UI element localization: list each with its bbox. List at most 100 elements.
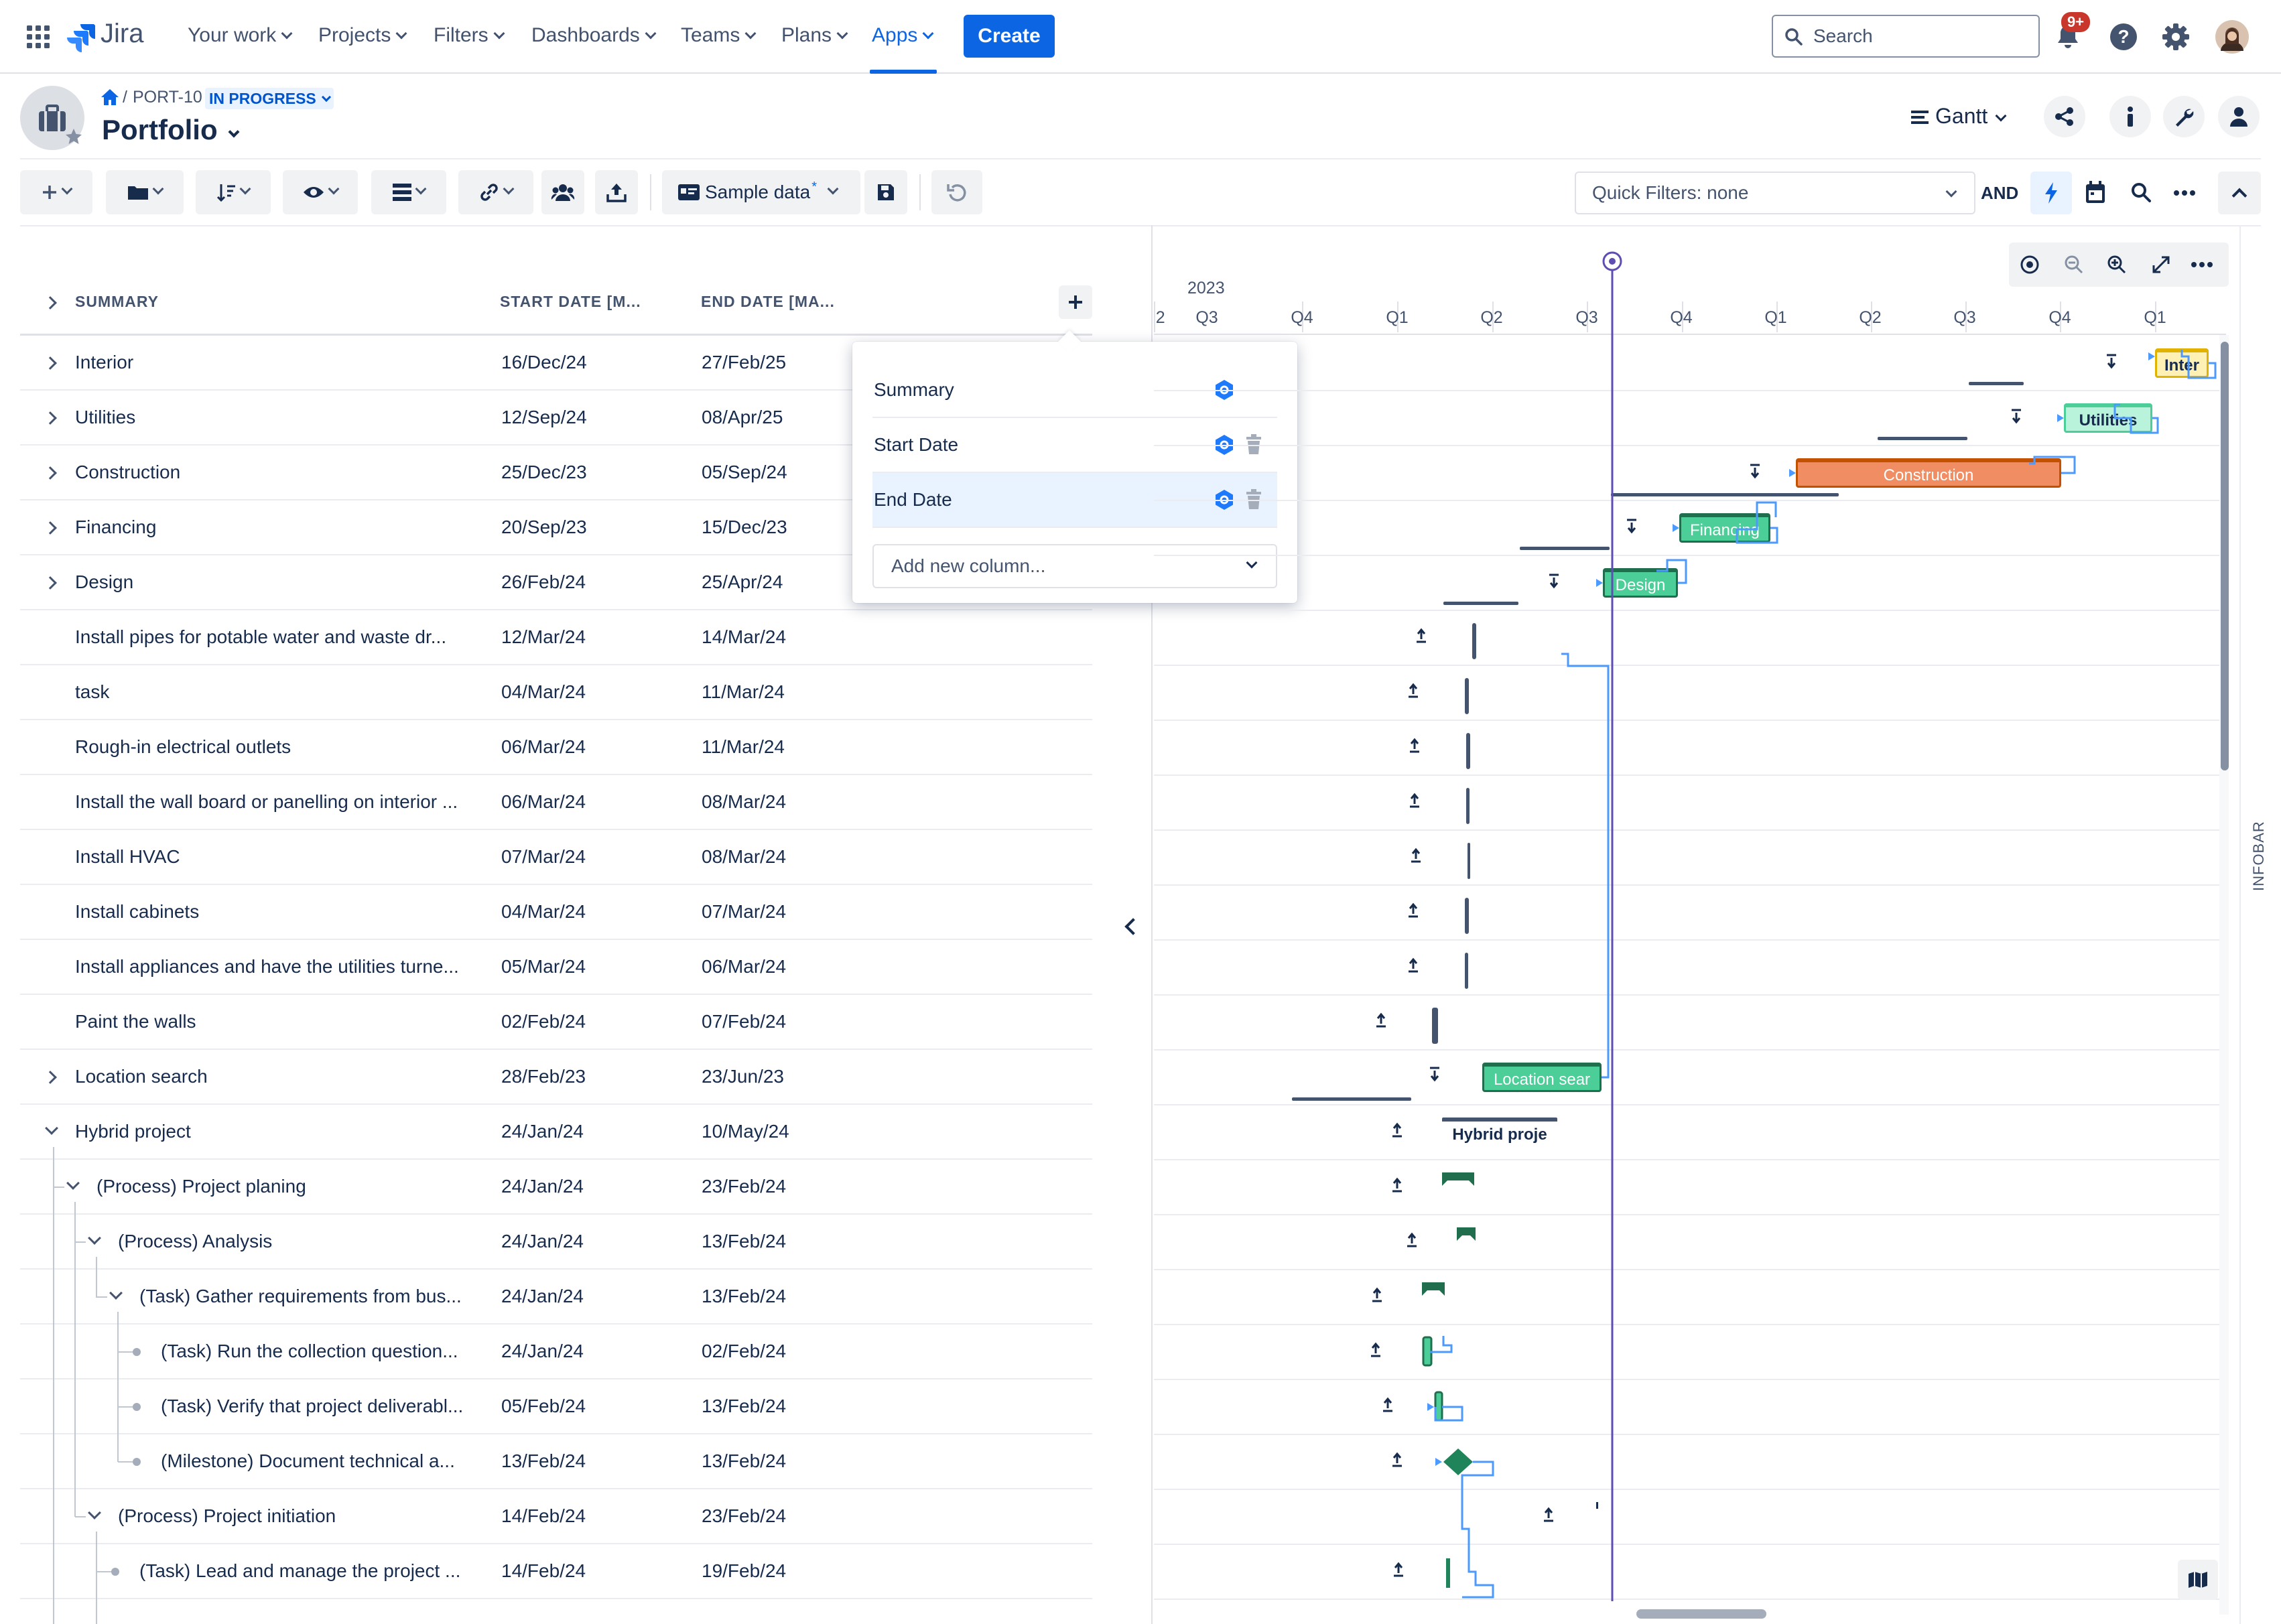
row-start-date: 24/Jan/24 [501, 1231, 584, 1251]
nav-filters[interactable]: Filters [434, 24, 505, 47]
row-start-date: 24/Jan/24 [501, 1121, 584, 1142]
row-end-date: 05/Sep/24 [702, 462, 787, 482]
nav-dashboards[interactable]: Dashboards [531, 24, 657, 47]
info-button[interactable] [2109, 96, 2151, 137]
more-icon[interactable] [2174, 190, 2195, 196]
row-start-date: 28/Feb/23 [501, 1066, 586, 1087]
share-icon [2055, 107, 2073, 126]
horizontal-scrollbar-thumb[interactable] [1636, 1609, 1766, 1619]
wrench-icon [2176, 109, 2194, 127]
svg-text:?: ? [2117, 26, 2129, 47]
row-end-date: 23/Feb/24 [702, 1505, 787, 1526]
column-header-end-date[interactable]: END DATE [MA... [701, 293, 835, 311]
nav-teams[interactable]: Teams [681, 24, 757, 47]
row-end-date: 07/Feb/24 [702, 1011, 787, 1032]
process-bar[interactable] [1457, 1227, 1476, 1241]
infobar-toggle[interactable]: INFOBAR [2250, 821, 2268, 891]
vertical-scrollbar-thumb[interactable] [2221, 342, 2229, 770]
sort-button[interactable] [196, 170, 271, 214]
toolbar-divider [650, 174, 651, 210]
tools-button[interactable] [2163, 96, 2205, 137]
link-button[interactable] [458, 170, 533, 214]
search-icon [1785, 28, 1803, 46]
row-start-date: 04/Mar/24 [501, 681, 586, 702]
view-switcher[interactable]: Gantt [1911, 104, 2007, 129]
export-button[interactable] [595, 170, 638, 214]
row-start-date: 16/Dec/24 [501, 352, 587, 373]
team-icon [551, 184, 575, 201]
search-input[interactable]: Search [1772, 15, 2040, 58]
people-button[interactable] [2218, 96, 2260, 137]
lightning-icon [2045, 182, 2057, 204]
process-bar[interactable] [1442, 1172, 1474, 1186]
filter-logic-toggle[interactable]: AND [1981, 183, 2018, 204]
top-navigation: Jira Your work Projects Filters Dashboar… [0, 0, 2281, 74]
plus-icon [1069, 295, 1082, 309]
nav-apps[interactable]: Apps [872, 24, 934, 47]
visibility-button[interactable] [283, 170, 358, 214]
info-icon [2128, 107, 2133, 127]
collapse-header-button[interactable] [2218, 172, 2261, 214]
row-end-date: 08/Mar/24 [702, 791, 787, 812]
row-start-date: 13/Feb/24 [501, 1450, 586, 1471]
dependency-links [1430, 350, 2217, 1599]
save-button[interactable] [864, 170, 907, 214]
row-start-date: 06/Mar/24 [501, 736, 586, 757]
row-start-date: 02/Feb/24 [501, 1011, 586, 1032]
row-end-date: 25/Apr/24 [702, 571, 783, 592]
row-start-date: 24/Jan/24 [501, 1176, 584, 1197]
row-start-date: 24/Jan/24 [501, 1286, 584, 1306]
add-column-button[interactable] [1059, 285, 1092, 319]
gantt-view-icon [1911, 111, 1929, 124]
row-end-date: 11/Mar/24 [702, 681, 785, 702]
active-nav-indicator [870, 70, 937, 74]
nav-plans[interactable]: Plans [781, 24, 848, 47]
row-start-date: 24/Jan/24 [501, 1341, 584, 1361]
help-icon[interactable]: ? [2109, 23, 2138, 51]
row-end-date: 23/Jun/23 [702, 1066, 784, 1087]
share-button[interactable] [2044, 96, 2085, 137]
milestone-diamond[interactable] [1443, 1448, 1473, 1475]
gantt-chart[interactable]: 2023 Q2 Q3 Q4 Q1 Q2 Q3 Q4 Q1 Q2 Q3 Q4 Q1… [1154, 234, 2239, 1624]
unsaved-marker: * [811, 179, 818, 194]
team-button[interactable] [541, 170, 584, 214]
nav-your-work[interactable]: Your work [188, 24, 293, 47]
row-end-date: 08/Apr/25 [702, 407, 783, 427]
quick-actions-button[interactable] [2030, 172, 2072, 214]
row-start-date: 12/Sep/24 [501, 407, 587, 427]
row-end-date: 13/Feb/24 [702, 1450, 787, 1471]
sort-icon [216, 184, 235, 202]
layout-button[interactable] [371, 170, 446, 214]
undo-button[interactable] [931, 170, 982, 214]
user-avatar[interactable] [2215, 20, 2249, 54]
column-header-start-date[interactable]: START DATE [M... [500, 293, 641, 311]
row-end-date: 07/Mar/24 [702, 901, 787, 922]
infobar-divider [2239, 225, 2241, 1624]
notification-badge: 9+ [2061, 12, 2091, 32]
row-start-date: 04/Mar/24 [501, 901, 586, 922]
toolbar-divider-2 [919, 174, 921, 210]
settings-icon[interactable] [2162, 23, 2190, 51]
process-bar[interactable] [1422, 1282, 1445, 1296]
quick-filters-select[interactable]: Quick Filters: none [1575, 172, 1975, 214]
search-toolbar-icon[interactable] [2131, 182, 2151, 202]
row-end-date: 13/Feb/24 [702, 1231, 787, 1251]
row-start-date: 05/Mar/24 [501, 956, 586, 977]
tree-lines [53, 1147, 141, 1624]
eye-icon [304, 187, 324, 198]
data-source-select[interactable]: Sample data * [662, 170, 860, 214]
status-badge[interactable]: IN PROGRESS [205, 88, 334, 109]
task-bar[interactable] [1446, 1558, 1450, 1588]
row-end-date: 13/Feb/24 [702, 1286, 787, 1306]
row-end-date: 23/Feb/24 [702, 1176, 787, 1197]
undo-icon [947, 184, 966, 202]
row-end-date: 02/Feb/24 [702, 1341, 787, 1361]
row-end-date: 27/Feb/25 [702, 352, 787, 373]
calendar-icon[interactable] [2085, 181, 2105, 204]
row-end-date: 15/Dec/23 [702, 517, 787, 537]
create-button[interactable]: Create [964, 15, 1055, 58]
toolbar-divider-bottom [20, 225, 2261, 226]
collapse-panel-icon[interactable] [1124, 918, 1142, 935]
nav-projects[interactable]: Projects [318, 24, 407, 47]
minimap-button[interactable] [2178, 1560, 2218, 1600]
